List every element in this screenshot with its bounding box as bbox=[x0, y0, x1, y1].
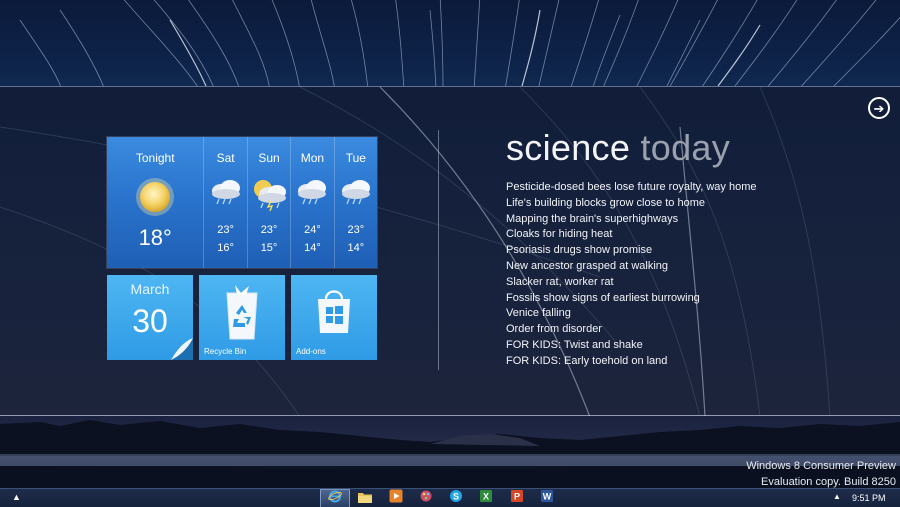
day-name: Tue bbox=[345, 151, 366, 165]
low-temperature: 16° bbox=[217, 242, 234, 254]
headline-item[interactable]: Slacker rat, worker rat bbox=[506, 275, 756, 291]
taskbar-app-buttons: S X P W bbox=[320, 489, 562, 507]
low-temperature: 14° bbox=[347, 242, 365, 254]
calendar-day: 30 bbox=[132, 303, 168, 339]
high-temperature: 23° bbox=[347, 224, 365, 236]
high-temperature: 24° bbox=[304, 224, 321, 236]
low-temperature: 14° bbox=[304, 242, 321, 254]
taskbar-skype[interactable]: S bbox=[441, 489, 471, 507]
addons-tile[interactable]: Add-ons bbox=[291, 275, 377, 360]
excel-icon: X bbox=[479, 489, 493, 507]
heading-science: science bbox=[506, 127, 631, 168]
skype-icon: S bbox=[449, 489, 463, 507]
headline-item[interactable]: FOR KIDS: Early toehold on land bbox=[506, 354, 756, 370]
next-page-arrow-button[interactable]: ➔ bbox=[868, 97, 890, 119]
paint-icon bbox=[419, 489, 433, 507]
taskbar: ▲ S X P W ▲ 9:51 PM bbox=[0, 488, 900, 507]
weather-day-sat: Sat 23° 16° bbox=[203, 137, 246, 268]
headline-item[interactable]: FOR KIDS: Twist and shake bbox=[506, 338, 756, 354]
taskbar-paint[interactable] bbox=[411, 489, 441, 507]
svg-text:S: S bbox=[453, 492, 459, 502]
taskbar-internet-explorer[interactable] bbox=[320, 489, 350, 507]
headline-list: Pesticide-dosed bees lose future royalty… bbox=[506, 180, 756, 370]
headline-item[interactable]: Cloaks for hiding heat bbox=[506, 227, 756, 243]
svg-text:X: X bbox=[483, 492, 489, 502]
weather-day-tonight: Tonight 18° bbox=[107, 137, 203, 268]
store-bag-icon bbox=[314, 283, 354, 342]
headline-item[interactable]: Pesticide-dosed bees lose future royalty… bbox=[506, 180, 756, 196]
weather-day-mon: Mon 24° 14° bbox=[290, 137, 333, 268]
cloud-rain-icon bbox=[295, 177, 329, 212]
headline-item[interactable]: New ancestor grasped at walking bbox=[506, 259, 756, 275]
calendar-gadget[interactable]: March 30 bbox=[107, 275, 193, 360]
vertical-divider bbox=[438, 130, 439, 370]
arrow-right-icon: ➔ bbox=[873, 100, 885, 116]
day-name: Mon bbox=[300, 151, 325, 165]
internet-explorer-icon bbox=[328, 489, 342, 507]
current-temperature: 18° bbox=[138, 225, 172, 250]
taskbar-media-player[interactable] bbox=[381, 489, 411, 507]
recycle-bin-tile[interactable]: Recycle Bin bbox=[199, 275, 285, 360]
taskbar-excel[interactable]: X bbox=[471, 489, 501, 507]
science-today-heading: science today bbox=[506, 127, 730, 169]
page-curl-icon bbox=[171, 338, 193, 360]
taskbar-clock[interactable]: 9:51 PM bbox=[852, 493, 886, 503]
headline-item[interactable]: Life's building blocks grow close to hom… bbox=[506, 196, 756, 212]
weather-day-tue: Tue 23° 14° bbox=[333, 137, 377, 268]
watermark-line-1: Windows 8 Consumer Preview bbox=[746, 460, 896, 472]
svg-text:W: W bbox=[543, 492, 552, 502]
headline-item[interactable]: Venice falling bbox=[506, 306, 756, 322]
taskbar-file-explorer[interactable] bbox=[350, 489, 380, 507]
start-arrow-icon[interactable]: ▲ bbox=[12, 492, 21, 502]
svg-text:P: P bbox=[514, 492, 520, 502]
headline-item[interactable]: Fossils show signs of earliest burrowing bbox=[506, 291, 756, 307]
headline-item[interactable]: Mapping the brain's superhighways bbox=[506, 212, 756, 228]
recycle-bin-icon bbox=[219, 283, 265, 346]
heading-today: today bbox=[640, 127, 731, 168]
headline-item[interactable]: Psoriasis drugs show promise bbox=[506, 243, 756, 259]
weather-gadget[interactable]: Tonight 18° Sat 23° 16° Sun 23° 15° Mon … bbox=[107, 137, 377, 268]
sun-icon bbox=[135, 177, 175, 222]
day-name: Sun bbox=[258, 151, 280, 165]
cloud-rain-icon bbox=[339, 177, 373, 212]
day-name: Sat bbox=[216, 151, 235, 165]
cloud-rain-icon bbox=[209, 177, 243, 212]
weather-day-sun: Sun 23° 15° bbox=[246, 137, 290, 268]
taskbar-word[interactable]: W bbox=[532, 489, 562, 507]
word-icon: W bbox=[540, 489, 554, 507]
addons-label: Add-ons bbox=[296, 347, 326, 356]
evaluation-watermark: Windows 8 Consumer Preview Evaluation co… bbox=[746, 458, 896, 490]
show-hidden-icons-button[interactable]: ▲ bbox=[833, 492, 841, 501]
recycle-bin-label: Recycle Bin bbox=[204, 347, 247, 356]
high-temperature: 23° bbox=[217, 224, 234, 236]
high-temperature: 23° bbox=[260, 224, 278, 236]
calendar-month: March bbox=[130, 281, 170, 297]
file-explorer-icon bbox=[358, 490, 373, 507]
star-trail-sky bbox=[0, 0, 900, 86]
taskbar-powerpoint[interactable]: P bbox=[502, 489, 532, 507]
headline-item[interactable]: Order from disorder bbox=[506, 322, 756, 338]
day-name: Tonight bbox=[135, 151, 175, 165]
media-player-icon bbox=[389, 489, 403, 507]
sun-cloud-rain-icon bbox=[249, 177, 289, 216]
powerpoint-icon: P bbox=[510, 489, 524, 507]
low-temperature: 15° bbox=[260, 242, 278, 254]
